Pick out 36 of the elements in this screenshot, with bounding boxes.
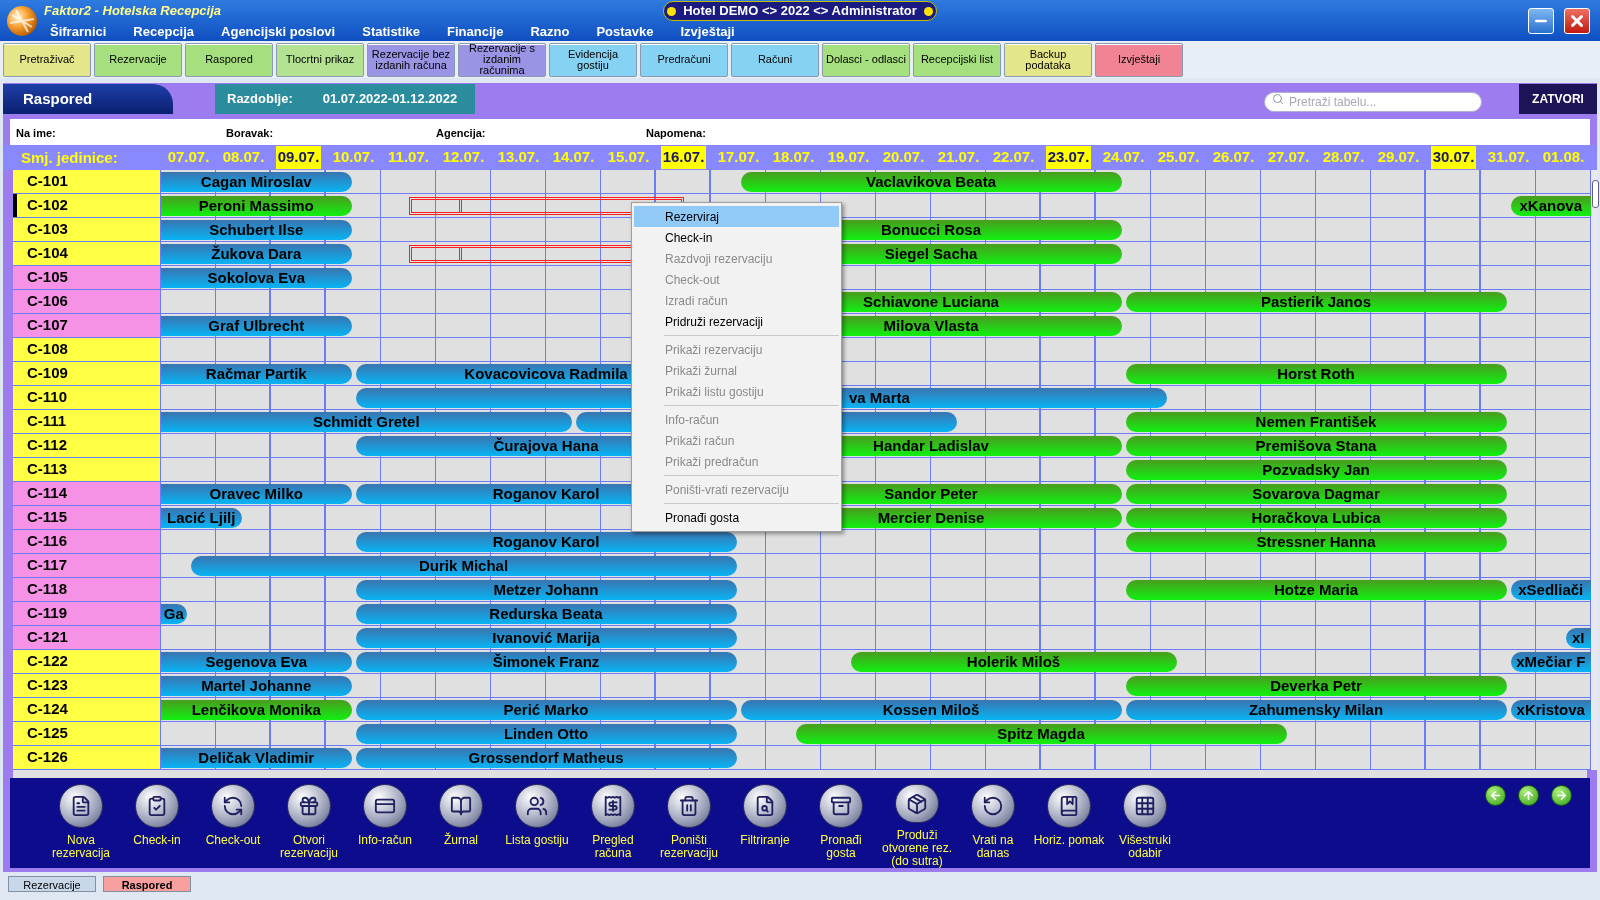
filter-label: Napomena: bbox=[646, 127, 706, 139]
date-header: 26.07. bbox=[1211, 147, 1256, 168]
date-header: 23.07. bbox=[1045, 146, 1092, 169]
date-header: 17.07. bbox=[716, 147, 761, 168]
date-header: 07.07. bbox=[166, 147, 211, 168]
panel-title: Raspored bbox=[3, 84, 173, 114]
date-header: 20.07. bbox=[881, 147, 926, 168]
window-title: Faktor2 - Hotelska Recepcija bbox=[44, 2, 222, 21]
date-header: 18.07. bbox=[771, 147, 816, 168]
date-header: 25.07. bbox=[1156, 147, 1201, 168]
date-header: 09.07. bbox=[275, 146, 322, 169]
column-header: Smj. jedinice: bbox=[21, 148, 118, 166]
filter-label: Na ime: bbox=[16, 127, 56, 139]
date-header: 27.07. bbox=[1266, 147, 1311, 168]
filter-label: Agencija: bbox=[436, 127, 486, 139]
date-header: 24.07. bbox=[1101, 147, 1146, 168]
date-header: 11.07. bbox=[387, 147, 430, 168]
date-header: 28.07. bbox=[1321, 147, 1366, 168]
date-header: 01.08. bbox=[1541, 147, 1586, 168]
filter-label: Boravak: bbox=[226, 127, 274, 139]
date-header: 31.07. bbox=[1486, 147, 1531, 168]
date-header: 21.07. bbox=[936, 147, 981, 168]
date-header: 22.07. bbox=[991, 147, 1036, 168]
date-header: 10.07. bbox=[331, 147, 376, 168]
period-label: Razdoblje: bbox=[227, 90, 293, 109]
date-header: 12.07. bbox=[441, 147, 486, 168]
date-header: 19.07. bbox=[826, 147, 871, 168]
date-header: 30.07. bbox=[1430, 146, 1477, 169]
date-header: 15.07. bbox=[606, 147, 651, 168]
date-header: 13.07. bbox=[496, 147, 541, 168]
date-header: 14.07. bbox=[551, 147, 596, 168]
date-header: 29.07. bbox=[1376, 147, 1421, 168]
date-header: 08.07. bbox=[221, 147, 266, 168]
date-header: 16.07. bbox=[660, 146, 707, 169]
period-value: 01.07.2022-01.12.2022 bbox=[322, 90, 458, 109]
context-text: Hotel DEMO <> 2022 <> Administrator bbox=[683, 2, 917, 21]
